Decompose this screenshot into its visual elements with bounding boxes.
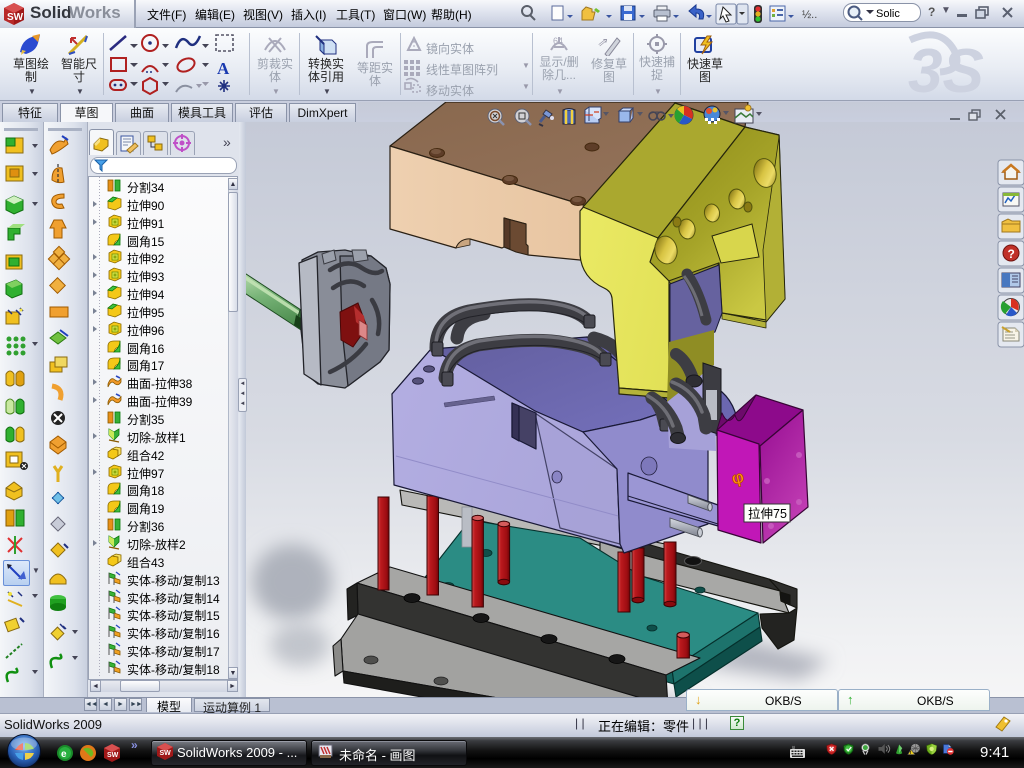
- svg-text:SW: SW: [160, 750, 172, 757]
- svg-text:64: 64: [553, 36, 563, 46]
- svg-text:SW: SW: [7, 12, 24, 23]
- svg-text:基: 基: [792, 745, 795, 750]
- svg-text:e: e: [61, 749, 67, 760]
- svg-text:?: ?: [1008, 247, 1015, 261]
- svg-text:½..: ½..: [802, 9, 817, 21]
- svg-text:A: A: [217, 59, 230, 78]
- svg-text:⇗: ⇗: [597, 35, 608, 49]
- svg-text:SW: SW: [107, 752, 119, 759]
- svg-text:Solic: Solic: [876, 8, 900, 20]
- svg-text:拉伸75: 拉伸75: [748, 506, 787, 521]
- svg-text:»: »: [223, 134, 231, 150]
